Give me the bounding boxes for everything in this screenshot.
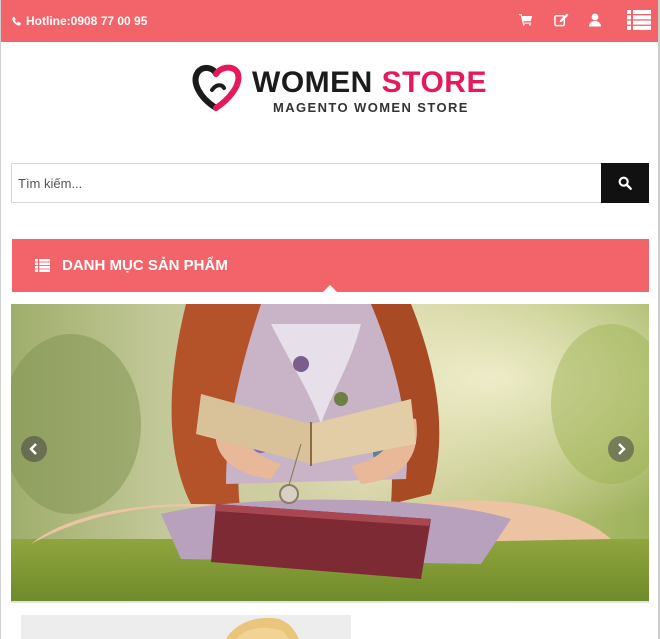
list-icon xyxy=(35,259,50,272)
search-button[interactable] xyxy=(601,163,649,203)
heart-logo-icon xyxy=(192,64,242,111)
chevron-right-icon xyxy=(618,443,626,455)
logo-title-store: STORE xyxy=(381,66,487,99)
slider-next-button[interactable] xyxy=(608,436,634,462)
product-image-teaser[interactable] xyxy=(21,615,351,639)
search-input[interactable] xyxy=(11,163,601,203)
hotline[interactable]: Hotline:0908 77 00 95 xyxy=(11,14,147,28)
menu-list-icon[interactable] xyxy=(627,10,651,35)
store-logo[interactable]: WOMEN STORE MAGENTO WOMEN STORE xyxy=(190,62,486,118)
phone-icon xyxy=(12,16,21,26)
category-caret xyxy=(323,285,337,292)
hero-slider[interactable] xyxy=(11,304,649,603)
slider-prev-button[interactable] xyxy=(21,436,47,462)
logo-title: WOMEN STORE xyxy=(252,65,487,101)
product-image xyxy=(21,615,351,639)
category-label: DANH MỤC SẢN PHẨM xyxy=(62,257,228,274)
user-icon[interactable] xyxy=(589,13,601,32)
cart-icon[interactable] xyxy=(519,13,533,31)
top-bar: Hotline:0908 77 00 95 xyxy=(1,0,658,42)
search-bar xyxy=(11,163,649,203)
logo-title-women: WOMEN xyxy=(252,66,373,99)
slide-image xyxy=(11,304,649,601)
hotline-text: Hotline:0908 77 00 95 xyxy=(26,14,148,28)
logo-subtitle: MAGENTO WOMEN STORE xyxy=(273,100,469,115)
page-frame-left xyxy=(0,0,1,639)
chevron-left-icon xyxy=(29,443,37,455)
edit-icon[interactable] xyxy=(554,13,569,32)
search-icon xyxy=(618,176,632,190)
